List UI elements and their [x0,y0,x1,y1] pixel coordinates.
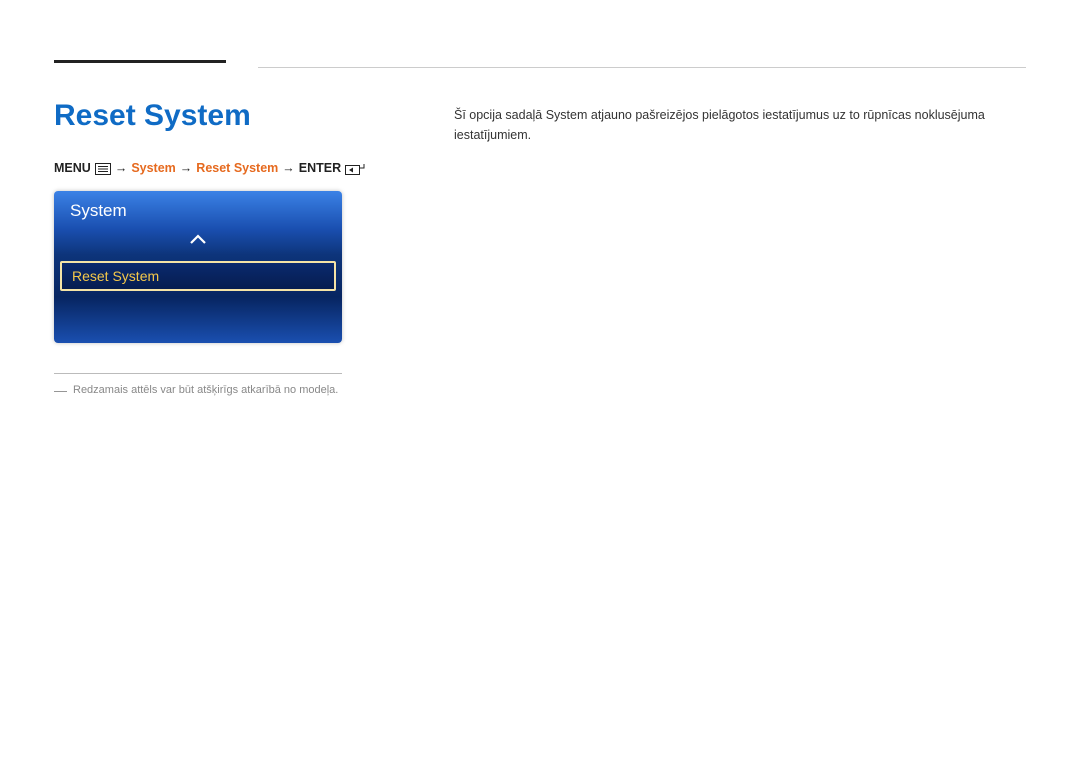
breadcrumb-enter-label: ENTER [299,161,341,175]
footnote-text: Redzamais attēls var būt atšķirīgs atkar… [73,384,338,396]
enter-icon [345,161,365,175]
breadcrumb-sep: → [115,161,128,175]
footnote-separator [54,373,342,374]
osd-scroll-up[interactable] [54,229,342,255]
chevron-up-icon [189,234,207,246]
osd-footer [54,297,342,343]
breadcrumb: MENU → System → Reset System → ENTER [54,161,394,175]
breadcrumb-sep: → [180,161,193,175]
breadcrumb-menu-label: MENU [54,161,91,175]
menu-icon [95,161,111,175]
divider [258,67,1026,68]
breadcrumb-sep: → [282,161,295,175]
accent-bar [54,60,226,63]
footnote: ― Redzamais attēls var būt atšķirīgs atk… [54,384,394,396]
page-title: Reset System [54,99,394,133]
description-text: Šī opcija sadaļā System atjauno pašreizē… [454,105,1026,145]
breadcrumb-path-1: System [131,161,175,175]
osd-item-reset-system[interactable]: Reset System [60,261,336,291]
osd-header: System [54,191,342,229]
breadcrumb-path-2: Reset System [196,161,278,175]
footnote-dash: ― [54,385,67,396]
osd-panel: System Reset System [54,191,342,343]
